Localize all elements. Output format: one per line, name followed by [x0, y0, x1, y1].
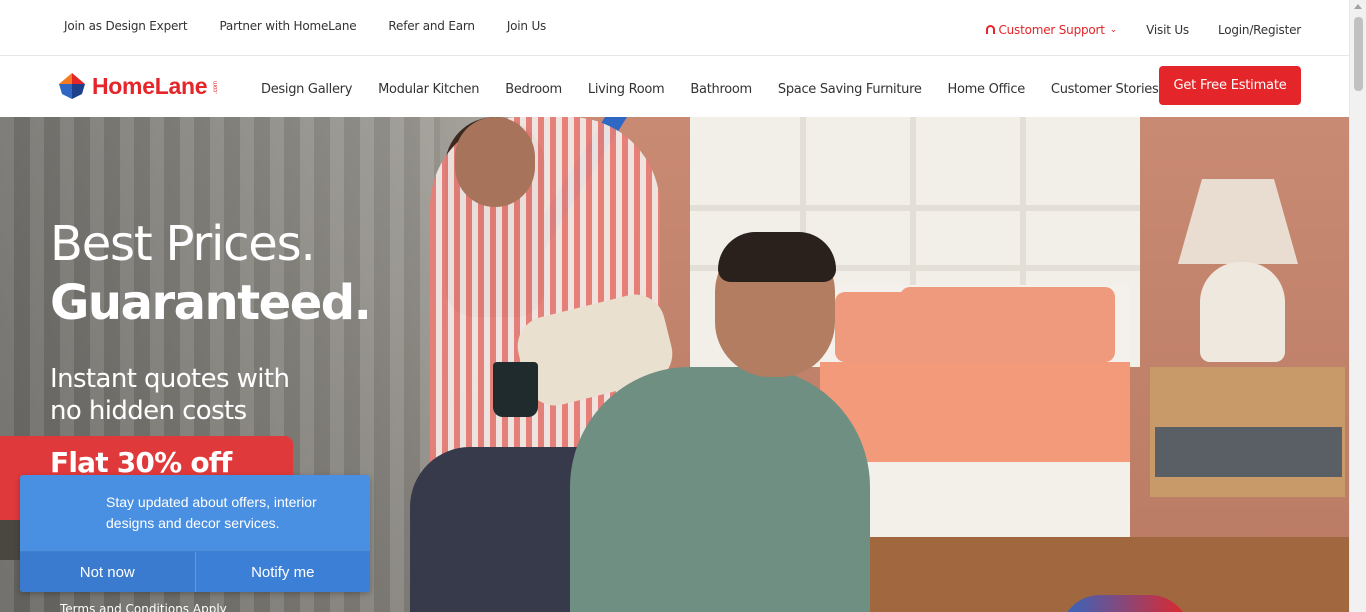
- nav-item-bedroom[interactable]: Bedroom: [505, 82, 562, 97]
- side-table-drawer-image: [1155, 427, 1342, 477]
- visit-us-link[interactable]: Visit Us: [1146, 23, 1189, 37]
- bed-mattress-image: [820, 362, 1130, 472]
- nav-item-design-gallery[interactable]: Design Gallery: [261, 82, 352, 97]
- pillow-image: [900, 287, 1115, 362]
- utility-right-links: Customer Support ⌄ Visit Us Login/Regist…: [986, 23, 1301, 37]
- brand-name: HomeLane: [92, 72, 208, 99]
- terms-link[interactable]: Terms and Conditions Apply: [60, 602, 227, 612]
- join-design-expert-link[interactable]: Join as Design Expert: [64, 19, 188, 33]
- hero-subtitle: Instant quotes with no hidden costs: [50, 364, 290, 426]
- nav-item-customer-stories[interactable]: Customer Stories: [1051, 82, 1159, 97]
- scrollbar-thumb[interactable]: [1354, 17, 1363, 91]
- nav-item-bathroom[interactable]: Bathroom: [690, 82, 752, 97]
- hero-title-line-1: Best Prices.: [50, 216, 316, 272]
- not-now-button[interactable]: Not now: [20, 552, 196, 592]
- top-utility-bar: Join as Design Expert Partner with HomeL…: [0, 0, 1349, 56]
- utility-links: Join as Design Expert Partner with HomeL…: [64, 19, 546, 33]
- nav-item-modular-kitchen[interactable]: Modular Kitchen: [378, 82, 479, 97]
- house-logo-icon: [58, 72, 86, 100]
- mug-image: [493, 362, 538, 417]
- nav-item-home-office[interactable]: Home Office: [948, 82, 1026, 97]
- nav-menu: Design Gallery Modular Kitchen Bedroom L…: [261, 82, 1159, 97]
- man-hair-image: [718, 232, 836, 282]
- notification-message: Stay updated about offers, interior desi…: [106, 494, 317, 531]
- notification-prompt: Stay updated about offers, interior desi…: [20, 475, 370, 592]
- customer-support-label: Customer Support: [998, 23, 1105, 37]
- nav-item-space-saving-furniture[interactable]: Space Saving Furniture: [778, 82, 922, 97]
- notification-actions: Not now Notify me: [20, 551, 370, 592]
- woman-face-image: [455, 117, 535, 207]
- notify-me-button[interactable]: Notify me: [195, 552, 370, 592]
- partner-link[interactable]: Partner with HomeLane: [219, 19, 356, 33]
- hero-title-line-2: Guaranteed.: [50, 275, 372, 331]
- refer-earn-link[interactable]: Refer and Earn: [388, 19, 475, 33]
- get-free-estimate-button[interactable]: Get Free Estimate: [1159, 66, 1301, 105]
- login-register-link[interactable]: Login/Register: [1218, 23, 1301, 37]
- scroll-up-arrow-icon[interactable]: [1354, 4, 1362, 9]
- dark-strip-decoration: [0, 520, 20, 560]
- brand-suffix: .com: [213, 81, 220, 95]
- homelane-logo[interactable]: HomeLane .com: [58, 72, 219, 100]
- main-navigation: HomeLane .com Design Gallery Modular Kit…: [0, 56, 1349, 117]
- man-body-image: [570, 367, 870, 612]
- headset-icon: [986, 24, 996, 34]
- page-scrollbar[interactable]: [1349, 0, 1366, 612]
- customer-support-dropdown[interactable]: Customer Support ⌄: [986, 23, 1117, 37]
- hero-headline: Best Prices. Guaranteed.: [50, 215, 372, 333]
- nav-item-living-room[interactable]: Living Room: [588, 82, 665, 97]
- chevron-down-icon: ⌄: [1109, 25, 1118, 35]
- join-us-link[interactable]: Join Us: [507, 19, 546, 33]
- lamp-base-image: [1200, 262, 1285, 362]
